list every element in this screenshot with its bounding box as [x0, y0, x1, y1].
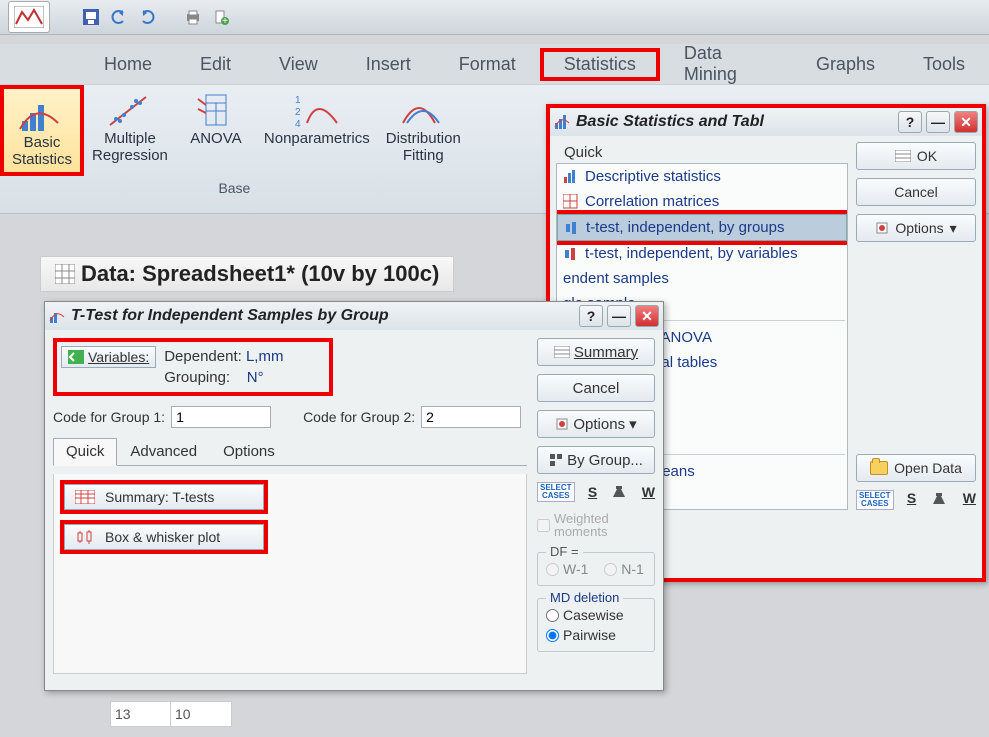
- options-button[interactable]: Options ▾: [856, 214, 976, 242]
- w-icon[interactable]: W: [963, 490, 976, 510]
- weights-icon[interactable]: [610, 484, 628, 500]
- ribbon-distribution-fitting[interactable]: Distribution Fitting: [378, 85, 469, 176]
- dialog-title: T-Test for Independent Samples by Group: [71, 307, 575, 325]
- close-button[interactable]: ✕: [635, 305, 659, 327]
- options-button[interactable]: Options ▾: [537, 410, 655, 438]
- svg-text:+: +: [222, 16, 228, 25]
- list-item-ttest-independent-variables[interactable]: t-test, independent, by variables: [557, 241, 847, 266]
- df-group: DF = W-1 N-1: [537, 552, 655, 586]
- w-icon[interactable]: W: [642, 484, 655, 500]
- ribbon-group-name: Base: [0, 176, 469, 196]
- minimize-button[interactable]: —: [607, 305, 631, 327]
- list-item-descriptive[interactable]: Descriptive statistics: [557, 164, 847, 189]
- save-icon[interactable]: [80, 6, 102, 28]
- app-icon: [8, 1, 50, 33]
- box-whisker-button[interactable]: Box & whisker plot: [64, 524, 264, 550]
- ribbon-group-base: Basic Statistics Multiple Regression ANO…: [0, 85, 469, 215]
- spreadsheet-fragment: 13 10: [110, 701, 232, 727]
- tab-panel-quick: Summary: T-tests Box & whisker plot: [53, 474, 527, 674]
- ribbon-nonparametrics[interactable]: 124 Nonparametrics: [256, 85, 378, 176]
- tab-advanced[interactable]: Advanced: [117, 438, 210, 465]
- menu-graphs[interactable]: Graphs: [792, 48, 899, 81]
- dialog-side-buttons: OK Cancel Options ▾ Open Data SELECTCASE…: [856, 142, 976, 510]
- list-item-correlation[interactable]: Correlation matrices: [557, 189, 847, 214]
- md-casewise-radio[interactable]: [546, 609, 559, 622]
- ribbon-label: Distribution Fitting: [386, 131, 461, 164]
- chart-icon: [554, 113, 572, 131]
- weights-icon[interactable]: [929, 490, 949, 508]
- tab-quick[interactable]: Quick: [53, 438, 117, 466]
- print-icon[interactable]: [182, 6, 204, 28]
- code1-input[interactable]: [171, 406, 271, 428]
- help-button[interactable]: ?: [898, 111, 922, 133]
- ribbon-label: Nonparametrics: [264, 131, 370, 148]
- df-w1-radio: [546, 563, 559, 576]
- summary-ttests-button[interactable]: Summary: T-tests: [64, 484, 264, 510]
- code1-label: Code for Group 1:: [53, 409, 165, 425]
- ttest-dialog: T-Test for Independent Samples by Group …: [44, 301, 664, 691]
- ok-button[interactable]: OK: [856, 142, 976, 170]
- list-item-ttest-independent-groups[interactable]: t-test, independent, by groups: [557, 214, 847, 241]
- spreadsheet-icon: [55, 264, 75, 284]
- redo-icon[interactable]: [136, 6, 158, 28]
- undo-icon[interactable]: [108, 6, 130, 28]
- ribbon-basic-statistics[interactable]: Basic Statistics: [0, 85, 84, 176]
- menu-home[interactable]: Home: [80, 48, 176, 81]
- menu-view[interactable]: View: [255, 48, 342, 81]
- tab-quick[interactable]: Quick: [556, 142, 848, 163]
- md-deletion-group: MD deletion Casewise Pairwise: [537, 598, 655, 652]
- ribbon-anova[interactable]: ANOVA: [176, 85, 256, 176]
- s-icon[interactable]: S: [588, 484, 597, 500]
- ribbon-label: Basic Statistics: [12, 135, 72, 168]
- close-button[interactable]: ✕: [954, 111, 978, 133]
- list-item-ttest-dependent[interactable]: dependent samples: [557, 266, 847, 291]
- ttest-side-buttons: Summary Cancel Options ▾ By Group... SEL…: [537, 338, 655, 674]
- dialog-titlebar[interactable]: Basic Statistics and Tabl ? — ✕: [550, 108, 982, 136]
- group-codes-row: Code for Group 1: Code for Group 2:: [53, 406, 527, 428]
- dialog-titlebar[interactable]: T-Test for Independent Samples by Group …: [45, 302, 663, 330]
- chart-icon: [49, 307, 67, 325]
- select-cases-icon[interactable]: SELECTCASES: [856, 490, 894, 510]
- open-data-button[interactable]: Open Data: [856, 454, 976, 482]
- help-button[interactable]: ?: [579, 305, 603, 327]
- s-icon[interactable]: S: [907, 490, 916, 510]
- summary-button[interactable]: Summary: [537, 338, 655, 366]
- tab-options[interactable]: Options: [210, 438, 288, 465]
- menu-tools[interactable]: Tools: [899, 48, 989, 81]
- weighted-checkbox: [537, 519, 550, 532]
- svg-text:2: 2: [295, 107, 301, 118]
- svg-text:4: 4: [295, 119, 301, 129]
- menu-insert[interactable]: Insert: [342, 48, 435, 81]
- menu-statistics[interactable]: Statistics: [540, 48, 660, 81]
- menu-edit[interactable]: Edit: [176, 48, 255, 81]
- dialog-title: Basic Statistics and Tabl: [576, 113, 894, 131]
- spreadsheet-title-bar: Data: Spreadsheet1* (10v by 100c): [40, 256, 454, 292]
- menubar: Home Edit View Insert Format Statistics …: [0, 44, 989, 84]
- ttest-tabs: Quick Advanced Options: [53, 438, 527, 466]
- code2-input[interactable]: [421, 406, 521, 428]
- add-data-icon[interactable]: +: [210, 6, 232, 28]
- menu-data-mining[interactable]: Data Mining: [660, 37, 792, 91]
- df-n1-radio: [604, 563, 617, 576]
- folder-icon: [870, 461, 888, 475]
- variables-section: Variables: Dependent: L,mm Grouping: N°: [53, 338, 333, 396]
- ribbon-label: ANOVA: [190, 131, 241, 148]
- menu-format[interactable]: Format: [435, 48, 540, 81]
- ribbon-label: Multiple Regression: [92, 131, 168, 164]
- select-cases-icon[interactable]: SELECTCASES: [537, 482, 575, 502]
- minimize-button[interactable]: —: [926, 111, 950, 133]
- svg-text:1: 1: [295, 95, 301, 106]
- md-pairwise-radio[interactable]: [546, 629, 559, 642]
- code2-label: Code for Group 2:: [303, 409, 415, 425]
- ribbon-multiple-regression[interactable]: Multiple Regression: [84, 85, 176, 176]
- variables-button[interactable]: Variables:: [61, 346, 156, 368]
- quick-access-toolbar: +: [0, 0, 989, 35]
- cancel-button[interactable]: Cancel: [537, 374, 655, 402]
- spreadsheet-title: Data: Spreadsheet1* (10v by 100c): [81, 261, 439, 287]
- cancel-button[interactable]: Cancel: [856, 178, 976, 206]
- by-group-button[interactable]: By Group...: [537, 446, 655, 474]
